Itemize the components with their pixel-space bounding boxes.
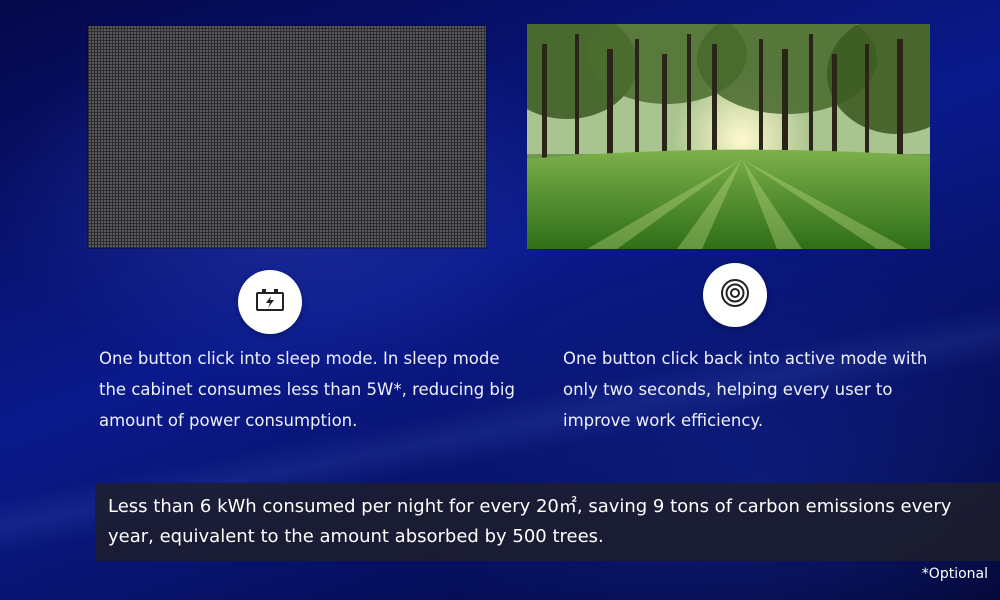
- active-mode-icon-badge: [703, 263, 767, 327]
- optional-footnote: *Optional: [921, 566, 988, 582]
- energy-summary-text: Less than 6 kWh consumed per night for e…: [108, 496, 952, 547]
- sleep-mode-description: One button click into sleep mode. In sle…: [99, 349, 515, 430]
- battery-charging-icon: [255, 288, 285, 316]
- energy-summary-bar: Less than 6 kWh consumed per night for e…: [95, 483, 1000, 561]
- active-mode-forest-image: [527, 24, 930, 249]
- active-mode-description: One button click back into active mode w…: [563, 349, 928, 430]
- sleep-mode-led-panel-image: [88, 26, 486, 248]
- sleep-mode-icon-badge: [238, 270, 302, 334]
- concentric-circles-icon: [720, 278, 750, 312]
